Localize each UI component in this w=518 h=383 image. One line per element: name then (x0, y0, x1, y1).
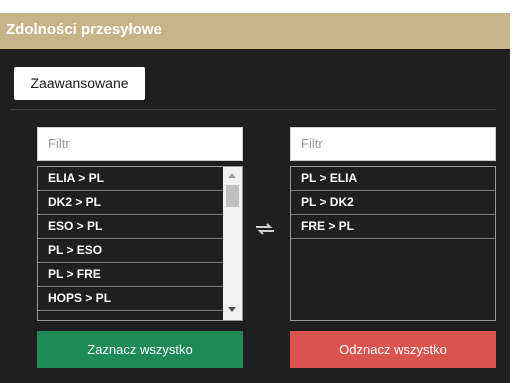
list-item[interactable]: PL > ESO (38, 239, 223, 263)
left-list: ELIA > PL DK2 > PL ESO > PL PL > ESO PL … (37, 166, 243, 321)
left-scrollbar[interactable] (223, 167, 242, 320)
left-filter-input[interactable]: Filtr (37, 127, 243, 161)
select-all-button[interactable]: Zaznacz wszystko (37, 331, 243, 368)
list-item[interactable]: ESO > PL (38, 215, 223, 239)
scroll-down-icon[interactable] (228, 307, 236, 312)
capacity-dialog: Zdolności przesyłowe Zaawansowane Filtr … (0, 13, 510, 383)
swap-arrows-icon[interactable] (254, 221, 276, 237)
divider (10, 109, 496, 110)
dialog-title: Zdolności przesyłowe (6, 21, 162, 38)
list-item[interactable]: PL > DK2 (291, 191, 495, 215)
page-edge (510, 0, 518, 383)
scroll-up-icon[interactable] (228, 173, 236, 178)
right-filter-input[interactable]: Filtr (290, 127, 496, 161)
list-item[interactable]: DK2 > PL (38, 191, 223, 215)
deselect-all-button[interactable]: Odznacz wszystko (290, 331, 496, 368)
title-bar: Zdolności przesyłowe (0, 13, 510, 49)
tab-advanced[interactable]: Zaawansowane (14, 67, 145, 100)
scroll-thumb[interactable] (226, 185, 239, 207)
list-item[interactable]: PL > FRE (38, 263, 223, 287)
right-list: PL > ELIA PL > DK2 FRE > PL (290, 166, 496, 321)
list-item[interactable]: FRE > PL (291, 215, 495, 239)
list-item[interactable]: HOPS > PL (38, 287, 223, 311)
list-item[interactable]: ELIA > PL (38, 167, 223, 191)
list-item[interactable]: PL > ELIA (291, 167, 495, 191)
